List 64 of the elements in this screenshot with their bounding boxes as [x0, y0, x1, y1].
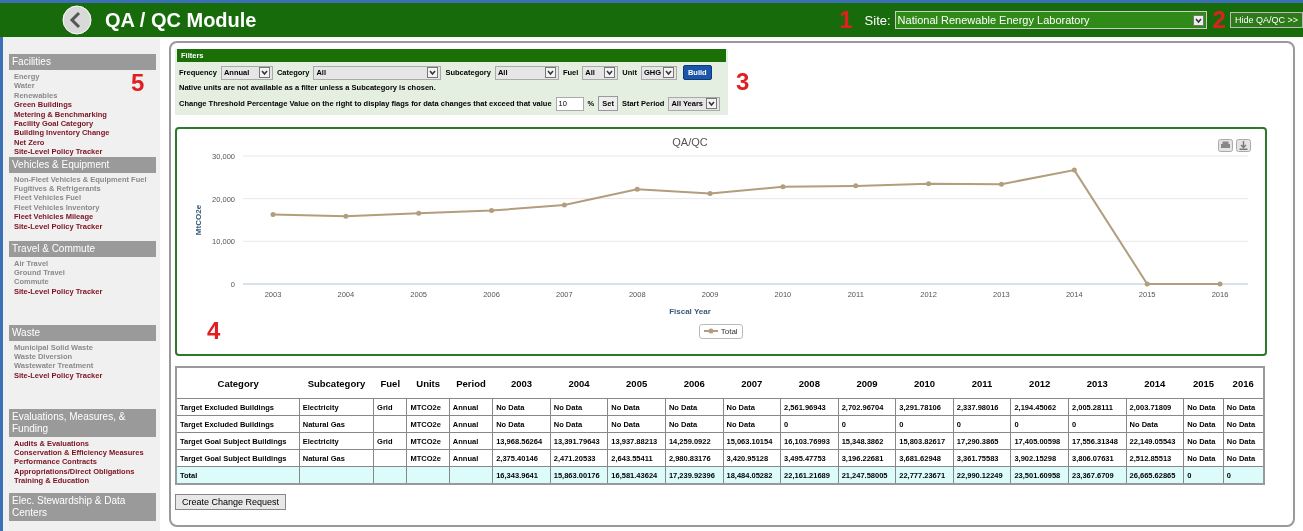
column-header: 2012	[1010, 367, 1069, 399]
column-header: Period	[449, 367, 493, 399]
column-header: 2009	[838, 367, 896, 399]
legend-line-icon	[703, 327, 718, 335]
data-point	[634, 186, 640, 192]
column-header: 2007	[723, 367, 781, 399]
column-header: 2013	[1068, 367, 1127, 399]
column-header: Units	[406, 367, 450, 399]
column-header: 2008	[780, 367, 839, 399]
column-header: 2010	[895, 367, 954, 399]
data-point	[853, 183, 859, 189]
callout-number: 4	[207, 319, 221, 343]
section-header: Facilities	[9, 54, 156, 70]
data-point	[416, 210, 422, 216]
section-header: Elec. Stewardship & Data Centers	[9, 492, 156, 521]
callout-number: 3	[736, 70, 750, 94]
dropdown-arrow-icon[interactable]	[706, 98, 718, 109]
column-header: 2006	[665, 367, 723, 399]
section-header: Evaluations, Measures, & Funding	[9, 408, 156, 437]
data-point	[270, 211, 276, 217]
page-title: QA / QC Module	[105, 8, 257, 32]
data-point	[707, 191, 713, 197]
legend-item[interactable]: Total	[698, 323, 743, 339]
section-header: Waste	[9, 324, 156, 341]
column-header: 2004	[550, 367, 608, 399]
data-point	[561, 202, 567, 208]
create-change-request-button[interactable]: Create Change Request	[175, 494, 287, 510]
data-point	[780, 184, 786, 190]
data-point	[1217, 281, 1223, 287]
data-point	[1071, 167, 1077, 173]
column-header: Subcategory	[299, 367, 374, 399]
column-header: Fuel	[373, 367, 407, 399]
download-icon[interactable]	[1236, 139, 1251, 152]
print-icon[interactable]	[1218, 139, 1233, 152]
section-header: Travel & Commute	[9, 240, 156, 257]
back-icon[interactable]	[62, 5, 92, 35]
data-point	[343, 213, 349, 219]
column-header: 2015	[1183, 367, 1224, 399]
chart-title: QA/QC	[672, 136, 708, 148]
data-point	[998, 181, 1004, 187]
callout-number: 1	[839, 8, 853, 32]
data-point	[489, 208, 495, 214]
dropdown-arrow-icon[interactable]	[604, 67, 616, 78]
dropdown-arrow-icon[interactable]	[1192, 14, 1204, 26]
data-point	[926, 181, 932, 187]
site-label: Site:	[864, 12, 891, 28]
dropdown-arrow-icon[interactable]	[544, 67, 556, 78]
column-header: 2016	[1223, 367, 1264, 399]
section-header: Vehicles & Equipment	[9, 156, 156, 173]
x-axis-title: Fiscal Year	[669, 307, 711, 316]
dropdown-arrow-icon[interactable]	[258, 67, 270, 78]
column-header: 2011	[953, 367, 1011, 399]
data-point	[1144, 281, 1150, 287]
callout-number: 5	[131, 71, 145, 95]
dropdown-arrow-icon[interactable]	[427, 67, 439, 78]
site-dropdown[interactable]: National Renewable Energy Laboratory	[894, 11, 1207, 29]
y-axis-title: MtCO2e	[194, 204, 203, 236]
column-header: 2014	[1126, 367, 1184, 399]
callout-number: 2	[1212, 8, 1226, 32]
column-header: Category	[176, 367, 300, 399]
column-header: 2003	[492, 367, 551, 399]
dropdown-arrow-icon[interactable]	[662, 67, 674, 78]
column-header: 2005	[607, 367, 666, 399]
hide-qaqc-button[interactable]: Hide QA/QC >>	[1229, 12, 1303, 28]
